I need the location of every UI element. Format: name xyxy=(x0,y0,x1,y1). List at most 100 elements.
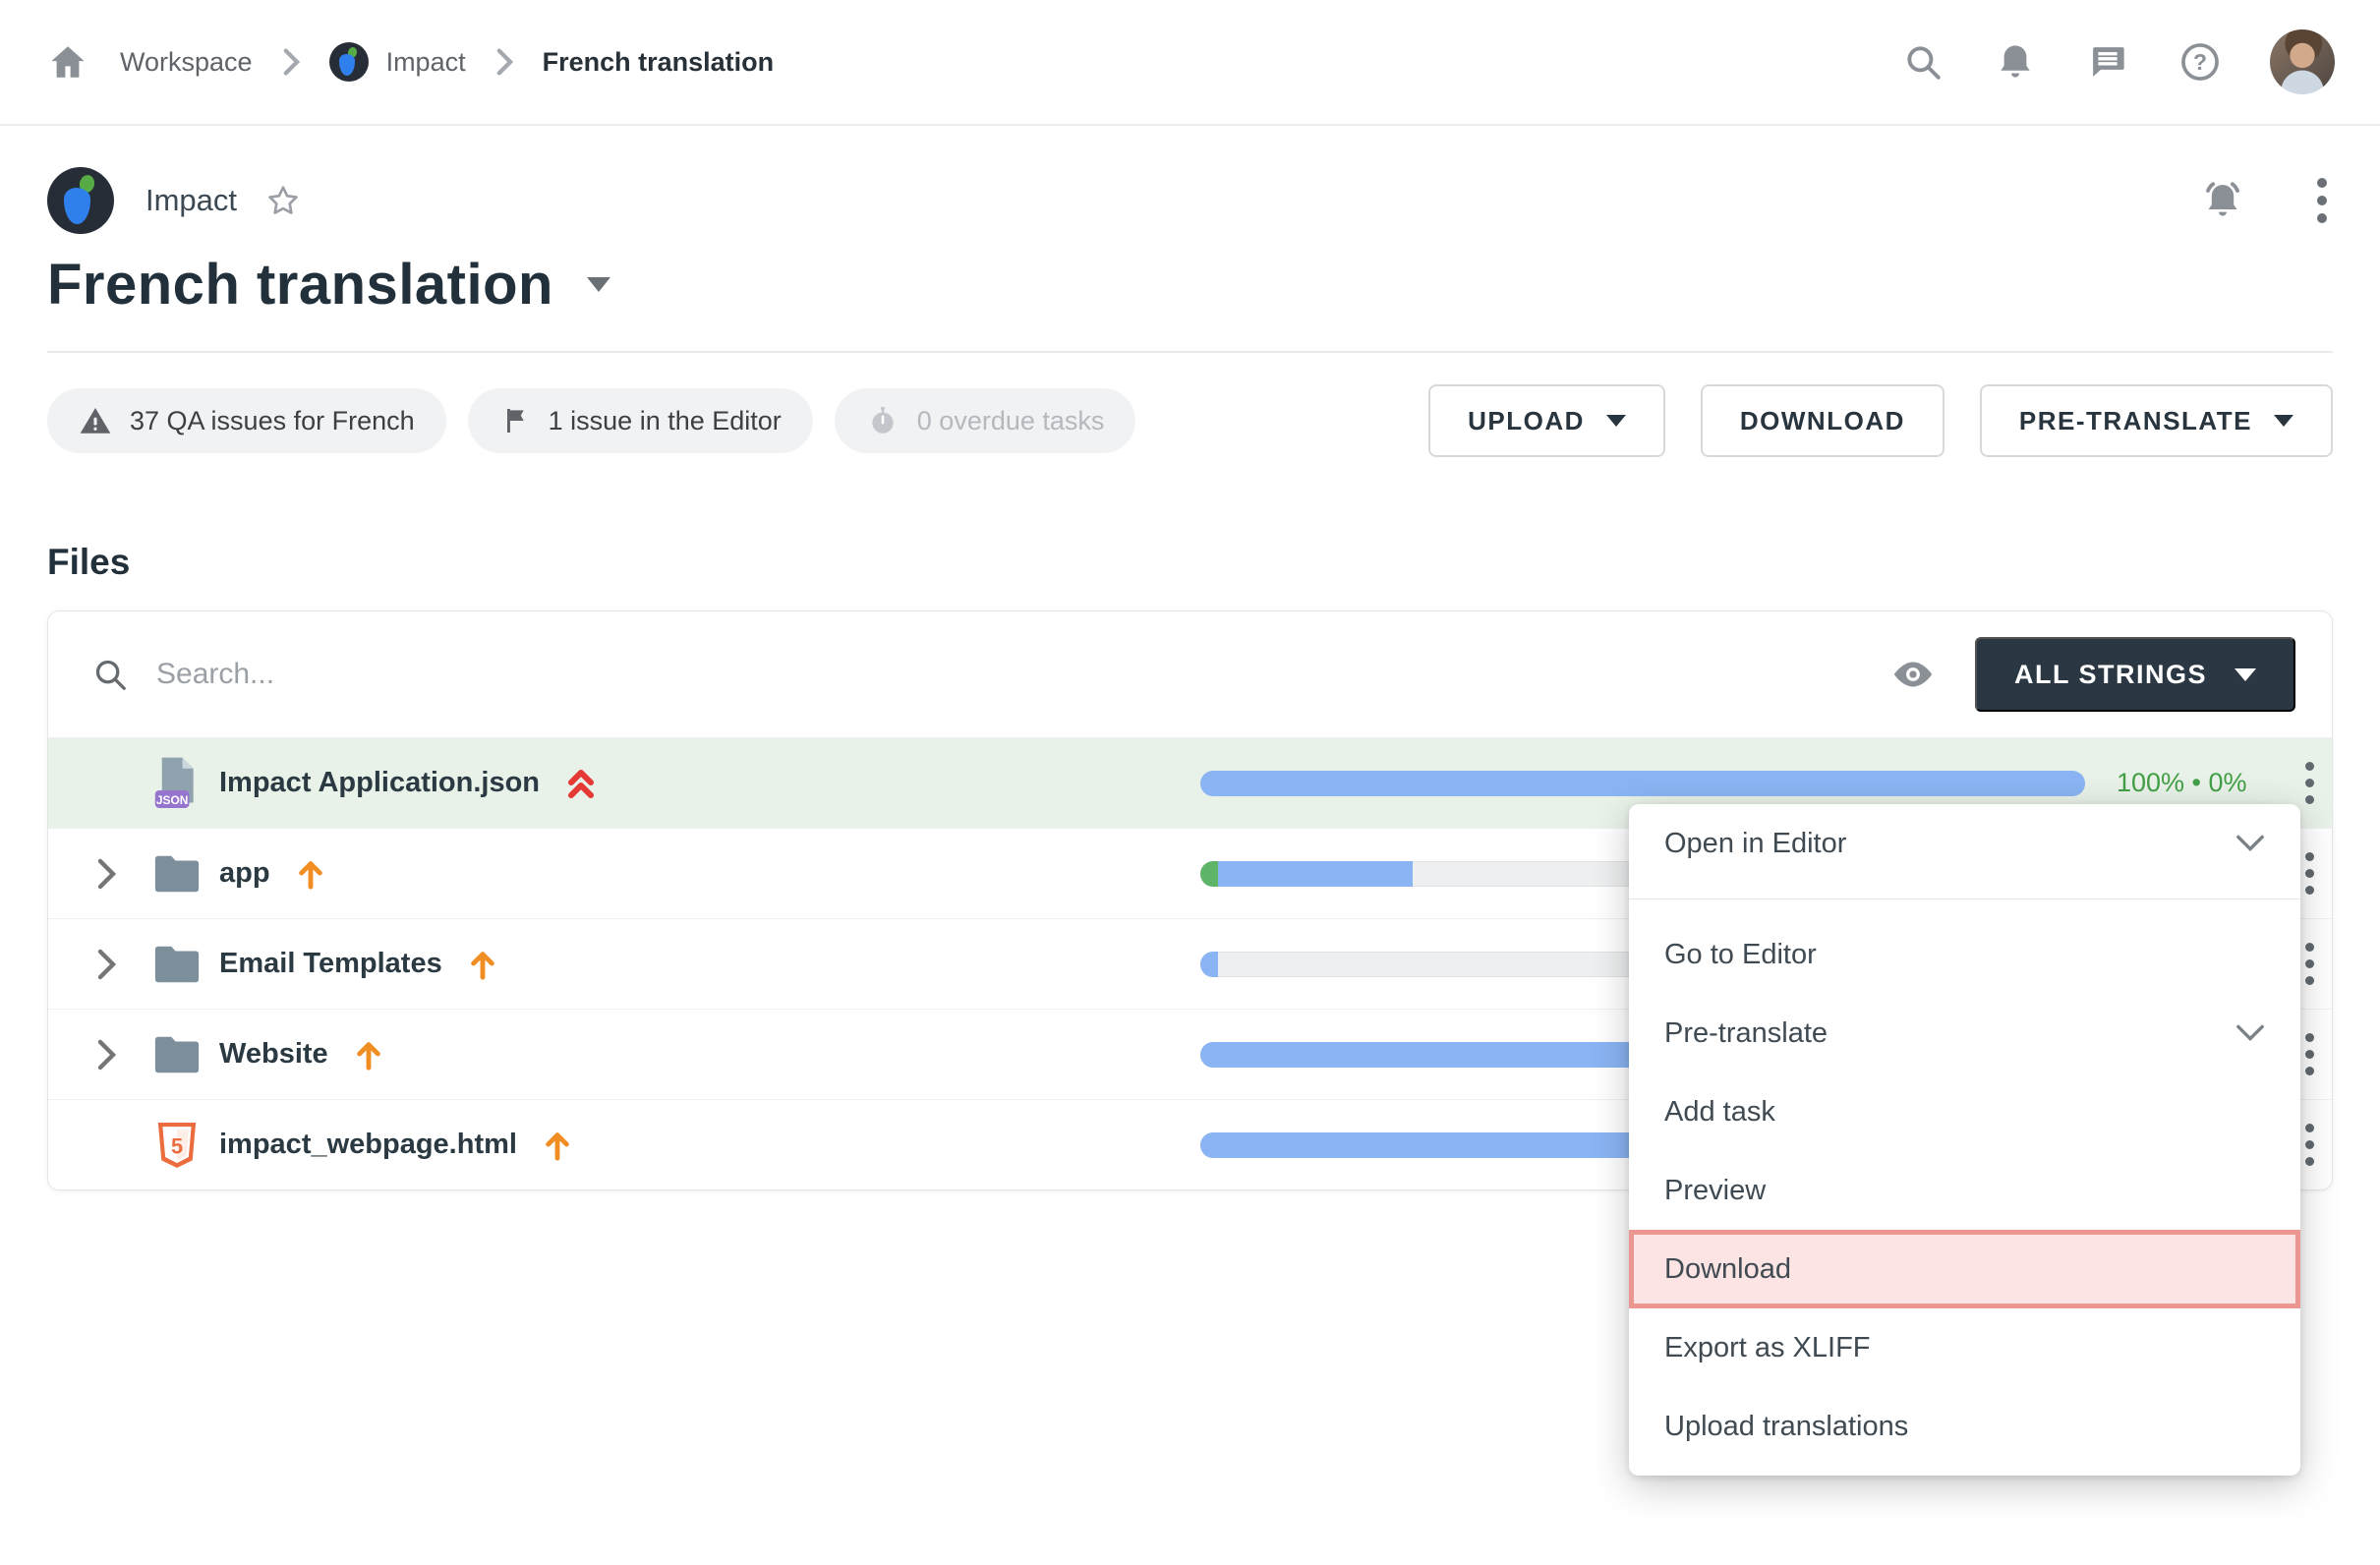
status-chips: 37 QA issues for French 1 issue in the E… xyxy=(47,388,1135,453)
json-file-icon: JSON xyxy=(150,756,203,811)
chat-icon[interactable] xyxy=(2085,39,2130,85)
menu-item-label: Upload translations xyxy=(1664,1411,1908,1443)
chevron-down-icon xyxy=(2235,1024,2265,1042)
folder-icon xyxy=(150,944,203,985)
expand-chevron-icon[interactable] xyxy=(93,949,150,980)
menu-item-label: Open in Editor xyxy=(1664,828,1846,860)
menu-item-add-task[interactable]: Add task xyxy=(1629,1072,2300,1151)
notifications-bell-icon[interactable] xyxy=(1993,39,2038,85)
breadcrumb-current-page: French translation xyxy=(543,47,775,78)
folder-name[interactable]: app xyxy=(219,857,270,890)
menu-item-export-as-xliff[interactable]: Export as XLIFF xyxy=(1629,1308,2300,1387)
overdue-tasks-chip-label: 0 overdue tasks xyxy=(917,406,1105,436)
row-more-options-icon[interactable] xyxy=(2299,937,2320,991)
upload-button[interactable]: UPLOAD xyxy=(1428,384,1665,457)
favorite-star-icon[interactable] xyxy=(264,182,302,219)
row-more-options-icon[interactable] xyxy=(2299,756,2320,810)
folder-icon xyxy=(150,1034,203,1075)
help-icon[interactable]: ? xyxy=(2177,39,2223,85)
top-navbar: Workspace Impact French translation ? xyxy=(0,0,2380,126)
menu-item-label: Pre-translate xyxy=(1664,1017,1828,1050)
row-more-options-icon[interactable] xyxy=(2299,1118,2320,1172)
breadcrumb-workspace[interactable]: Workspace xyxy=(120,47,253,78)
user-avatar[interactable] xyxy=(2270,29,2335,94)
qa-issues-chip[interactable]: 37 QA issues for French xyxy=(47,388,446,453)
upload-update-arrow-icon xyxy=(354,1038,383,1072)
row-more-options-icon[interactable] xyxy=(2299,1027,2320,1081)
menu-item-upload-translations[interactable]: Upload translations xyxy=(1629,1387,2300,1466)
meta-row: 37 QA issues for French 1 issue in the E… xyxy=(47,384,2333,457)
project-header: Impact xyxy=(47,167,2333,234)
overdue-tasks-chip[interactable]: 0 overdue tasks xyxy=(835,388,1136,453)
folder-name[interactable]: Website xyxy=(219,1038,328,1071)
folder-name[interactable]: Email Templates xyxy=(219,948,442,980)
strings-filter-label: ALL STRINGS xyxy=(2014,660,2207,690)
download-button-label: DOWNLOAD xyxy=(1740,406,1905,436)
editor-issues-chip[interactable]: 1 issue in the Editor xyxy=(468,388,813,453)
chevron-down-icon xyxy=(2274,415,2293,427)
download-button[interactable]: DOWNLOAD xyxy=(1701,384,1945,457)
files-search-row: ALL STRINGS xyxy=(48,611,2332,737)
menu-item-label: Download xyxy=(1664,1253,1791,1286)
menu-item-go-to-editor[interactable]: Go to Editor xyxy=(1629,915,2300,994)
upload-update-arrow-icon xyxy=(543,1129,572,1162)
svg-text:?: ? xyxy=(2193,49,2207,75)
impact-logo-icon xyxy=(329,42,369,82)
high-priority-icon xyxy=(565,766,597,801)
chevron-down-icon xyxy=(2235,835,2265,852)
breadcrumb-project-label: Impact xyxy=(386,47,466,78)
row-more-options-icon[interactable] xyxy=(2299,846,2320,900)
strings-filter-button[interactable]: ALL STRINGS xyxy=(1975,637,2295,712)
home-icon[interactable] xyxy=(45,39,90,85)
upload-update-arrow-icon xyxy=(296,857,325,891)
eye-visibility-icon[interactable] xyxy=(1890,652,1936,697)
chevron-right-icon xyxy=(282,48,300,76)
progress-approved-segment xyxy=(1200,861,1218,887)
menu-item-label: Add task xyxy=(1664,1096,1775,1129)
language-dropdown-caret-icon[interactable] xyxy=(587,277,610,292)
breadcrumb-project[interactable]: Impact xyxy=(329,42,466,82)
qa-issues-chip-label: 37 QA issues for French xyxy=(130,406,415,436)
expand-chevron-icon[interactable] xyxy=(93,1039,150,1071)
toolbar-actions: UPLOAD DOWNLOAD PRE-TRANSLATE xyxy=(1428,384,2333,457)
files-search-input[interactable] xyxy=(156,658,1890,691)
chevron-down-icon xyxy=(2235,668,2256,681)
project-name: Impact xyxy=(145,183,237,218)
search-icon xyxy=(91,656,129,693)
breadcrumb: Workspace Impact French translation xyxy=(45,39,774,85)
header-divider xyxy=(47,351,2333,353)
file-name[interactable]: Impact Application.json xyxy=(219,767,540,799)
menu-divider xyxy=(1629,898,2300,899)
file-name[interactable]: impact_webpage.html xyxy=(219,1129,517,1161)
editor-issues-chip-label: 1 issue in the Editor xyxy=(549,406,782,436)
menu-item-preview[interactable]: Preview xyxy=(1629,1151,2300,1230)
chevron-right-icon xyxy=(495,48,513,76)
html-file-icon: 5 xyxy=(150,1120,203,1171)
navbar-actions: ? xyxy=(1900,29,2335,94)
warning-icon xyxy=(79,404,112,437)
menu-item-label: Go to Editor xyxy=(1664,939,1817,971)
folder-icon xyxy=(150,853,203,895)
page-title-row: French translation xyxy=(47,252,2333,318)
menu-item-pre-translate[interactable]: Pre-translate xyxy=(1629,994,2300,1072)
expand-chevron-icon[interactable] xyxy=(93,858,150,890)
file-context-menu: Open in Editor Go to Editor Pre-translat… xyxy=(1629,804,2300,1476)
project-more-options-icon[interactable] xyxy=(2311,172,2333,229)
progress-translated-segment xyxy=(1218,861,1413,887)
menu-item-label: Export as XLIFF xyxy=(1664,1332,1871,1364)
impact-logo-icon xyxy=(47,167,114,234)
subscribe-bell-icon[interactable] xyxy=(2199,177,2246,224)
progress-translated-segment xyxy=(1200,952,1218,977)
page-title: French translation xyxy=(47,252,553,318)
progress-bar xyxy=(1200,771,2085,796)
upload-button-label: UPLOAD xyxy=(1468,406,1585,436)
flag-icon xyxy=(499,405,531,436)
pretranslate-button[interactable]: PRE-TRANSLATE xyxy=(1980,384,2333,457)
menu-item-download[interactable]: Download xyxy=(1629,1230,2300,1308)
upload-update-arrow-icon xyxy=(468,948,497,981)
menu-item-open-in-editor[interactable]: Open in Editor xyxy=(1629,804,2300,883)
search-icon[interactable] xyxy=(1900,39,1945,85)
progress-percent-label: 100% • 0% xyxy=(2117,768,2299,798)
project-header-actions xyxy=(2199,172,2333,229)
svg-text:5: 5 xyxy=(171,1133,183,1158)
